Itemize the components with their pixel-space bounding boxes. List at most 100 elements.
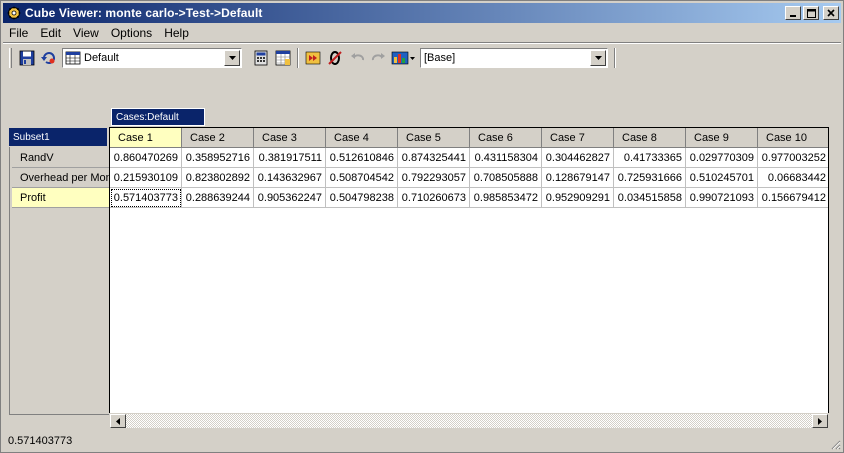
column-header[interactable]: Case 4 <box>326 128 398 148</box>
column-header[interactable]: Case 6 <box>470 128 542 148</box>
grid-cell[interactable]: 0.143632967 <box>254 168 326 188</box>
grid-cell[interactable]: 0.508704542 <box>326 168 398 188</box>
grid-cell[interactable]: 0.710260673 <box>398 188 470 208</box>
toolbar-separator <box>614 48 616 68</box>
calculator-icon <box>254 50 268 66</box>
toolbar-grip[interactable] <box>9 48 12 68</box>
grid-cell[interactable]: 0.06683442 <box>758 168 828 188</box>
column-header[interactable]: Case 1 <box>110 128 182 148</box>
arrow-left-icon <box>116 417 120 425</box>
column-header[interactable]: Case 10 <box>758 128 828 148</box>
column-header[interactable]: Case 3 <box>254 128 326 148</box>
spreadsheet-icon <box>275 50 291 66</box>
grid-cell[interactable]: 0.029770309 <box>686 148 758 168</box>
zero-out-icon <box>328 51 342 65</box>
minimize-button[interactable] <box>785 6 801 20</box>
grid-cell[interactable]: 0.905362247 <box>254 188 326 208</box>
grid-cell[interactable]: 0.128679147 <box>542 168 614 188</box>
arrow-right-icon <box>818 417 822 425</box>
view-select-value: Default <box>84 52 119 64</box>
grid-cell[interactable]: 0.985853472 <box>470 188 542 208</box>
grid-cell[interactable]: 0.990721093 <box>686 188 758 208</box>
data-grid: Case 1 Case 2 Case 3 Case 4 Case 5 Case 6 Case… <box>109 127 829 414</box>
horizontal-scrollbar[interactable] <box>109 413 829 429</box>
grid-cell[interactable]: 0.304462827 <box>542 148 614 168</box>
row-header-panel: RandV Overhead per Mon Profit <box>9 147 109 415</box>
grid-cell[interactable]: 0.41733365 <box>614 148 686 168</box>
maximize-button[interactable] <box>803 6 819 20</box>
grid-cell[interactable]: 0.156679412 <box>758 188 828 208</box>
grid-cell[interactable]: 0.874325441 <box>398 148 470 168</box>
column-header[interactable]: Case 9 <box>686 128 758 148</box>
save-icon <box>19 50 35 66</box>
status-bar: 0.571403773 <box>3 432 841 450</box>
column-header[interactable]: Case 8 <box>614 128 686 148</box>
menu-help[interactable]: Help <box>158 26 195 40</box>
minimize-icon <box>790 15 796 17</box>
zero-out-button[interactable] <box>324 47 346 69</box>
menu-view[interactable]: View <box>67 26 105 40</box>
grid-cell[interactable]: 0.504798238 <box>326 188 398 208</box>
undo-icon <box>351 53 365 61</box>
scroll-right-button[interactable] <box>812 414 828 428</box>
grid-cell[interactable]: 0.034515858 <box>614 188 686 208</box>
redo-button[interactable] <box>368 47 390 69</box>
grid-cell[interactable]: 0.358952716 <box>182 148 254 168</box>
spreadsheet-button[interactable] <box>272 47 294 69</box>
window-title: Cube Viewer: monte carlo->Test->Default <box>25 6 263 20</box>
grid-cell[interactable]: 0.510245701 <box>686 168 758 188</box>
close-button[interactable] <box>823 6 839 20</box>
recalculate-button[interactable] <box>38 47 60 69</box>
fast-forward-icon <box>305 51 321 65</box>
grid-cell[interactable]: 0.823802892 <box>182 168 254 188</box>
resize-grip-icon[interactable] <box>829 438 841 450</box>
column-header[interactable]: Case 7 <box>542 128 614 148</box>
column-dimension-tab[interactable]: Cases:Default <box>111 108 205 126</box>
grid-cell[interactable]: 0.431158304 <box>470 148 542 168</box>
redo-icon <box>371 53 385 61</box>
toolbar-separator <box>297 48 299 68</box>
subset-select[interactable]: [Base] <box>420 48 608 68</box>
toolbar-divider <box>3 42 841 44</box>
grid-cell[interactable]: 0.952909291 <box>542 188 614 208</box>
chart-icon <box>391 51 415 65</box>
grid-cell[interactable]: 0.860470269 <box>110 148 182 168</box>
scroll-left-button[interactable] <box>110 414 126 428</box>
grid-cell[interactable]: 0.725931666 <box>614 168 686 188</box>
status-value: 0.571403773 <box>8 435 73 447</box>
grid-cell[interactable]: 0.708505888 <box>470 168 542 188</box>
view-icon <box>65 50 81 66</box>
calculator-button[interactable] <box>250 47 272 69</box>
cube-viewer-window: Cube Viewer: monte carlo->Test->Default … <box>0 0 844 453</box>
menu-file[interactable]: File <box>3 26 34 40</box>
grid-cell[interactable]: 0.381917511 <box>254 148 326 168</box>
chevron-down-icon[interactable] <box>224 50 240 66</box>
column-header[interactable]: Case 2 <box>182 128 254 148</box>
menu-edit[interactable]: Edit <box>34 26 67 40</box>
close-icon <box>827 9 835 17</box>
grid-cell[interactable]: 0.571403773 <box>110 188 182 208</box>
subset-select-value: [Base] <box>424 52 456 64</box>
expand-button[interactable] <box>302 47 324 69</box>
title-bar[interactable]: Cube Viewer: monte carlo->Test->Default <box>3 3 841 23</box>
grid-cell[interactable]: 0.792293057 <box>398 168 470 188</box>
row-header-overhead[interactable]: Overhead per Mon <box>12 168 109 188</box>
undo-button[interactable] <box>346 47 368 69</box>
chevron-down-icon[interactable] <box>590 50 606 66</box>
row-header-profit[interactable]: Profit <box>12 188 109 208</box>
grid-cell[interactable]: 0.215930109 <box>110 168 182 188</box>
refresh-icon <box>41 52 55 64</box>
toolbar: Default [Base] <box>7 45 835 71</box>
grid-cell[interactable]: 0.977003252 <box>758 148 828 168</box>
grid-cell[interactable]: 0.512610846 <box>326 148 398 168</box>
column-header[interactable]: Case 5 <box>398 128 470 148</box>
maximize-icon <box>806 8 816 18</box>
row-header-randv[interactable]: RandV <box>12 148 109 168</box>
grid-cell[interactable]: 0.288639244 <box>182 188 254 208</box>
row-dimension-header[interactable]: Subset1 <box>9 128 107 146</box>
view-select[interactable]: Default <box>62 48 242 68</box>
save-button[interactable] <box>16 47 38 69</box>
chart-menu-button[interactable] <box>390 47 418 69</box>
menu-options[interactable]: Options <box>105 26 158 40</box>
app-gear-icon <box>7 6 21 20</box>
